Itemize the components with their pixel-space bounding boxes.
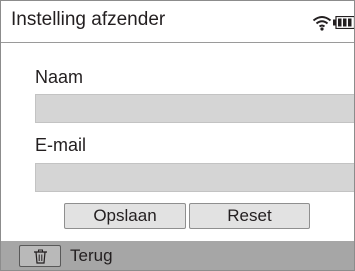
back-label: Terug	[70, 246, 113, 265]
back-button[interactable]: Terug	[1, 241, 141, 270]
wifi-icon	[312, 16, 332, 31]
bottom-bar: Terug	[1, 241, 354, 270]
email-label: E-mail	[35, 135, 87, 155]
battery-icon	[333, 16, 354, 29]
name-label: Naam	[35, 67, 84, 87]
trash-icon	[34, 249, 47, 264]
reset-button[interactable]: Reset	[189, 203, 310, 229]
save-button[interactable]: Opslaan	[64, 203, 186, 229]
page-title: Instelling afzender	[11, 9, 166, 30]
name-field[interactable]	[35, 94, 354, 123]
title-bar: Instelling afzender	[1, 1, 354, 43]
email-field[interactable]	[35, 163, 354, 192]
settings-screen: Instelling afzender Naam E-mail Opslaan …	[0, 0, 355, 271]
back-key[interactable]	[19, 245, 61, 267]
